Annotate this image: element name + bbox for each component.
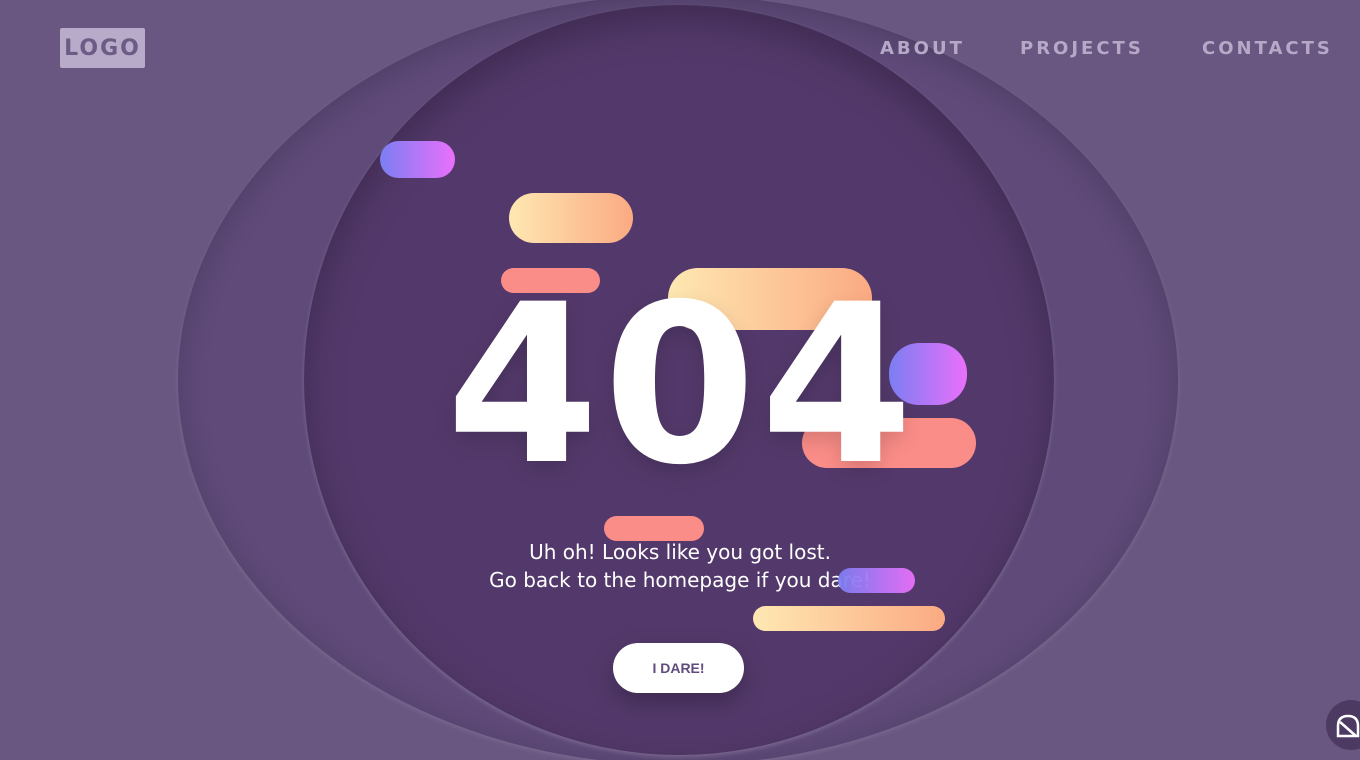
nav-projects[interactable]: PROJECTS	[1020, 38, 1144, 59]
bell-icon[interactable]	[1326, 700, 1360, 750]
i-dare-button[interactable]: I DARE!	[613, 643, 744, 693]
decor-bar-purple-2	[889, 343, 967, 405]
decor-bar-purple-1	[380, 141, 455, 178]
nav-about[interactable]: ABOUT	[880, 38, 965, 59]
decor-bar-peach-3	[753, 606, 945, 631]
nav-contacts[interactable]: CONTACTS	[1202, 38, 1333, 59]
decor-bar-purple-3	[838, 568, 915, 593]
error-message-line1: Uh oh! Looks like you got lost.	[529, 540, 831, 564]
error-code: 404	[446, 257, 918, 513]
logo[interactable]: LOGO	[60, 28, 145, 68]
decor-bar-peach-1	[509, 193, 633, 243]
